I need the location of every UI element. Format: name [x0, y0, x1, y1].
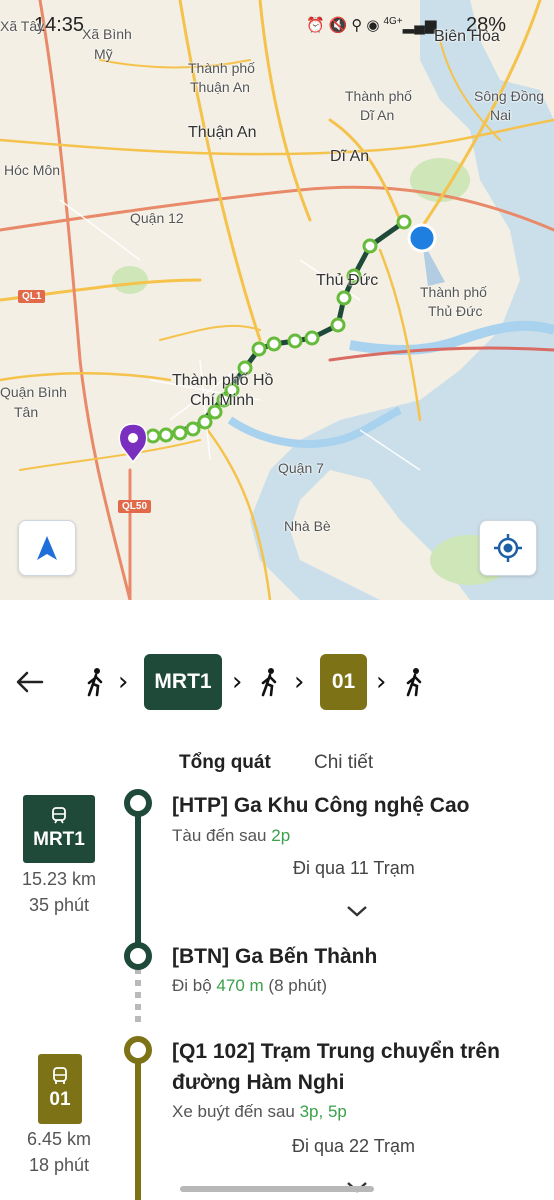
walk-transfer-info: Đi bộ 470 m (8 phút)	[172, 976, 327, 996]
stop-node	[124, 789, 152, 817]
map-label: Dĩ An	[330, 148, 370, 165]
mrt1-start-stop[interactable]: [HTP] Ga Khu Công nghệ Cao	[172, 790, 469, 821]
signal-icon: ▂▄▆	[402, 17, 437, 34]
bus-arrival-info: Xe buýt đến sau 3p, 5p	[172, 1102, 347, 1122]
chevron-right-icon: ›	[294, 667, 305, 697]
bus-duration: 18 phút	[28, 1155, 90, 1175]
map-label: Sông Đồng	[474, 88, 545, 104]
map-label: Biên Hòa	[434, 28, 500, 45]
walk-distance: 470 m	[216, 976, 264, 995]
hotspot-icon: ◉	[366, 17, 384, 34]
mrt1-end-stop[interactable]: [BTN] Ga Bến Thành	[172, 941, 377, 972]
map-label: Thành phố	[345, 88, 412, 104]
bus-line-card[interactable]: 01	[38, 1054, 82, 1124]
arrival-time: 3p, 5p	[299, 1102, 347, 1121]
map-label: Thành phố	[188, 60, 255, 76]
mrt1-route-line	[135, 800, 141, 950]
mrt1-distance: 15.23 km	[21, 869, 97, 889]
chevron-right-icon: ›	[376, 667, 387, 697]
map-label: Nhà Bè	[284, 518, 331, 534]
signal-label: 4G+	[383, 16, 403, 27]
map-label: Xã Bình	[82, 26, 132, 42]
arrow-left-icon[interactable]	[14, 666, 46, 698]
map-label: Hóc Môn	[4, 162, 61, 178]
map-label: Dĩ An	[360, 107, 395, 123]
arrival-prefix: Xe buýt đến sau	[172, 1102, 300, 1121]
walk-icon	[87, 668, 103, 697]
train-icon	[52, 807, 66, 824]
stop-node	[124, 942, 152, 970]
map-label: Thuận An	[188, 124, 257, 141]
tab-overview[interactable]: Tổng quát	[179, 752, 271, 774]
mrt1-stop-count: Đi qua 11 Trạm	[293, 858, 415, 878]
mrt1-line-card[interactable]: MRT1	[23, 795, 95, 863]
location-icon: ⚲	[351, 17, 367, 34]
mrt1-arrival-info: Tàu đến sau 2p	[172, 826, 290, 846]
map-label: Quận Bình	[0, 384, 67, 400]
arrival-prefix: Tàu đến sau	[172, 826, 272, 845]
map-label: Quận 7	[278, 460, 324, 476]
navigate-button[interactable]	[18, 520, 76, 576]
bus-icon	[53, 1067, 67, 1084]
bus-start-stop-line2: đường Hàm Nghi	[172, 1071, 345, 1094]
walk-duration: (8 phút)	[268, 976, 327, 995]
walk-icon	[261, 668, 277, 697]
bus-distance: 6.45 km	[26, 1129, 92, 1149]
map-label: Chí Minh	[190, 392, 255, 409]
map-label: Thủ Đức	[428, 303, 483, 319]
chevron-right-icon: ›	[118, 667, 129, 697]
stop-node	[124, 1036, 152, 1064]
bus-line-label: 01	[49, 1089, 71, 1110]
navigation-arrow-icon	[37, 536, 57, 560]
bus-leg-stats: 6.45 km 18 phút	[8, 1126, 110, 1178]
chevron-down-icon[interactable]	[346, 904, 368, 918]
bus-route-line	[135, 1050, 141, 1200]
road-shield: QL1	[18, 290, 46, 303]
map-label: Xã Tây	[0, 18, 45, 34]
tab-details[interactable]: Chi tiết	[314, 752, 373, 774]
chevron-right-icon: ›	[232, 667, 243, 697]
mrt1-duration: 35 phút	[28, 895, 90, 915]
map-label: Mỹ	[94, 46, 113, 62]
my-location-button[interactable]	[479, 520, 537, 576]
map-view[interactable]: 14:35 ⏰🔇⚲◉4G+▂▄▆ 28% Xã Tây Xã Bình Mỹ T…	[0, 0, 554, 600]
map-label: Nai	[490, 107, 512, 123]
map-label: Thủ Đức	[316, 272, 379, 289]
bus-start-stop-line1: [Q1 102] Trạm Trung chuyển trên	[172, 1040, 500, 1063]
road-shield: QL50	[118, 500, 152, 513]
mute-icon: 🔇	[328, 17, 352, 34]
alarm-icon: ⏰	[306, 17, 329, 34]
mrt1-leg-stats: 15.23 km 35 phút	[8, 866, 110, 918]
map-label: Thuận An	[190, 79, 250, 95]
walk-prefix: Đi bộ	[172, 976, 217, 995]
line-badge-mrt1[interactable]: MRT1	[144, 654, 222, 710]
map-label: Thành phố	[420, 284, 487, 300]
mrt1-line-label: MRT1	[33, 829, 85, 850]
map-label: Thành phố Hồ	[172, 372, 274, 389]
bus-start-stop[interactable]: [Q1 102] Trạm Trung chuyển trên đường Hà…	[172, 1036, 500, 1098]
my-location-icon	[494, 534, 522, 562]
map-label: Tân	[14, 404, 39, 420]
route-summary-bar: › MRT1 › › 01 ›	[0, 652, 554, 712]
bus-stop-count: Đi qua 22 Trạm	[292, 1136, 416, 1156]
line-badge-01[interactable]: 01	[320, 654, 367, 710]
walk-icon	[406, 668, 422, 697]
arrival-time: 2p	[271, 826, 291, 845]
map-label: Quận 12	[130, 210, 184, 226]
home-indicator[interactable]	[180, 1186, 374, 1192]
status-icons: ⏰🔇⚲◉4G+▂▄▆	[306, 16, 436, 34]
